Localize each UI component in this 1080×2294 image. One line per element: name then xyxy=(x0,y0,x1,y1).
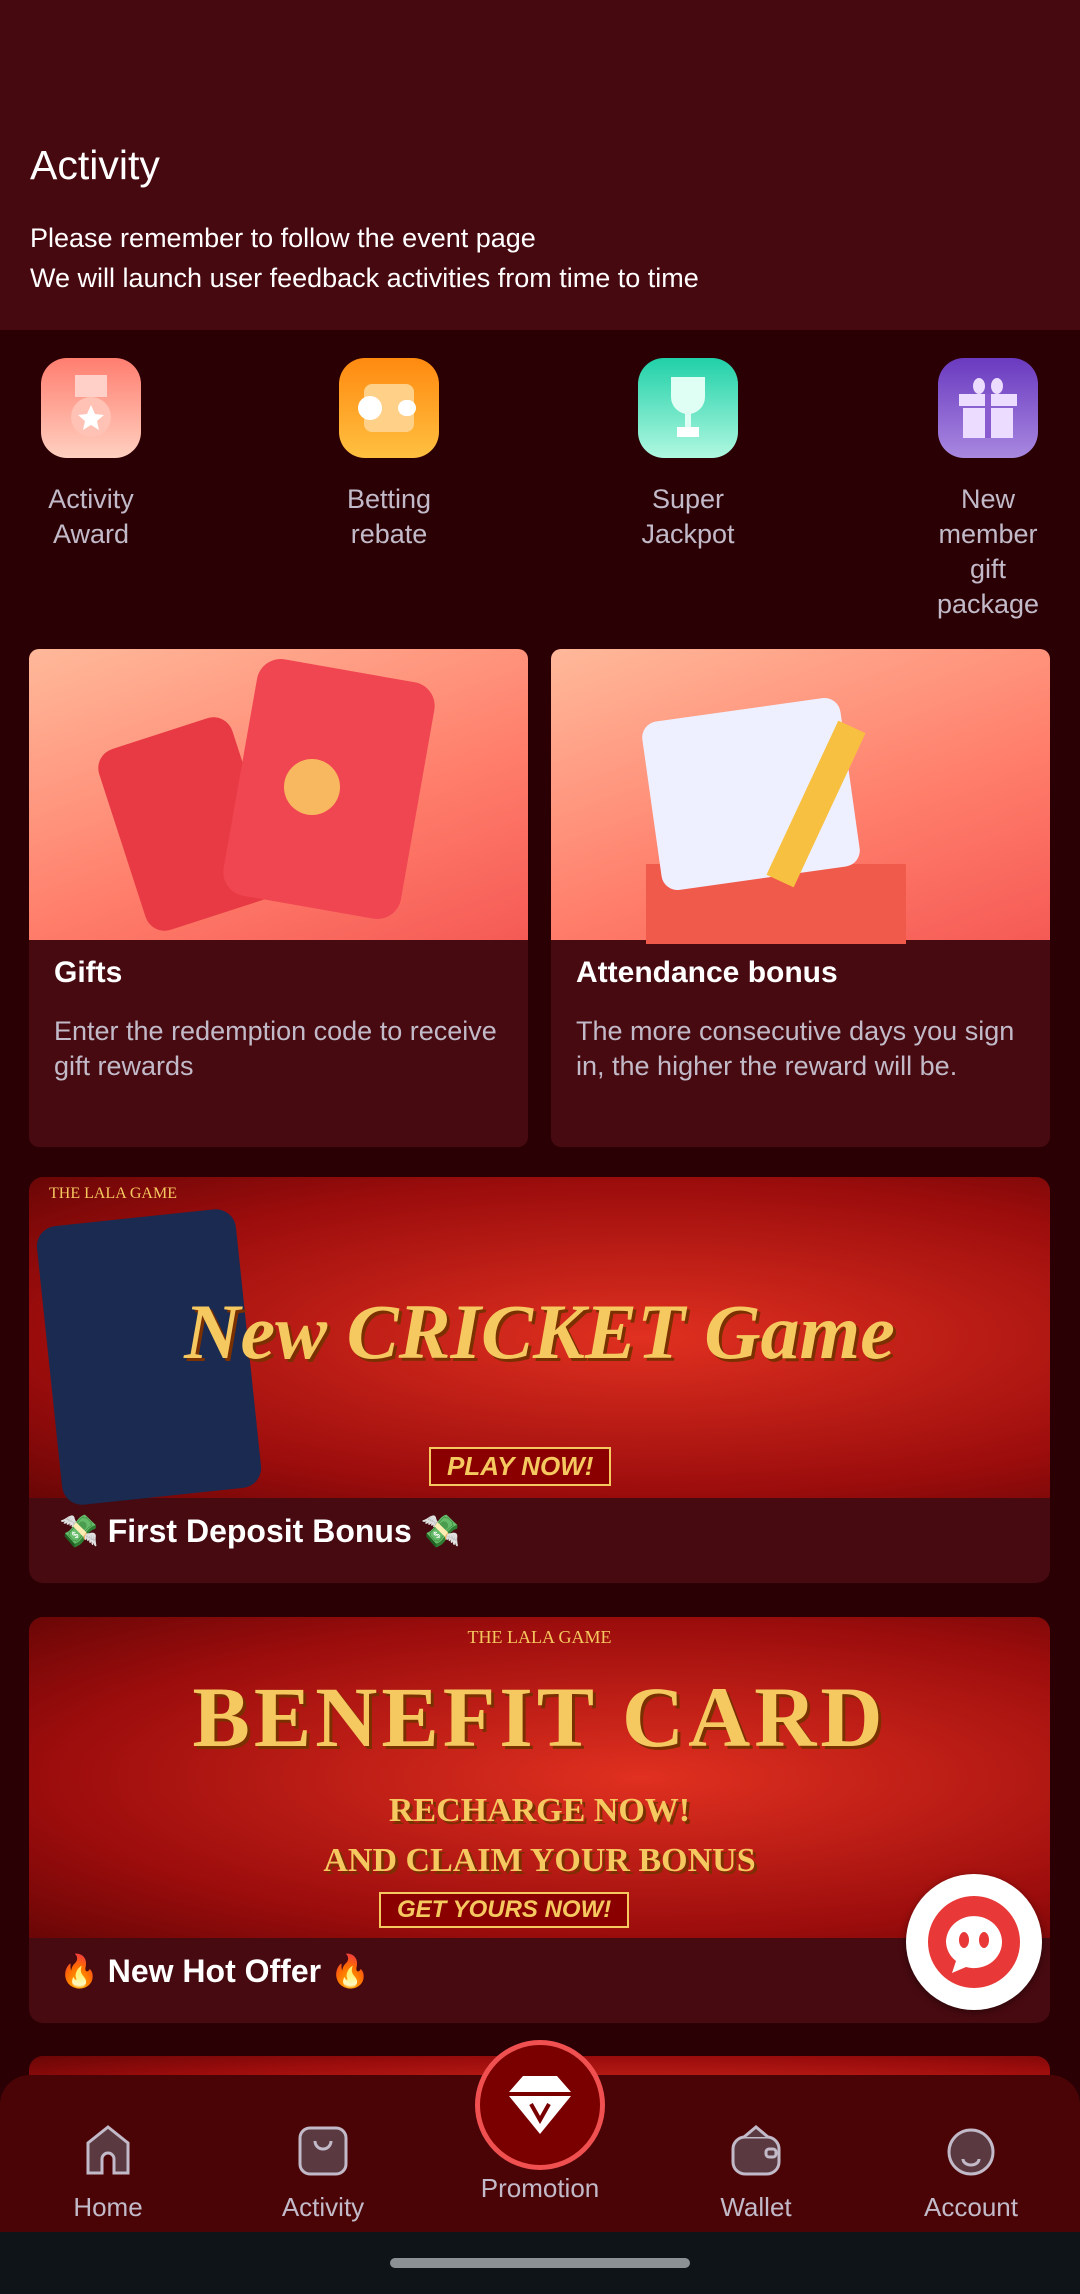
nav-wallet[interactable]: Wallet xyxy=(676,2125,836,2223)
nav-account[interactable]: Account xyxy=(891,2125,1051,2223)
card-title: Attendance bonus xyxy=(576,956,838,989)
nav-label: Account xyxy=(924,2192,1018,2222)
nav-activity[interactable]: Activity xyxy=(243,2125,403,2223)
banner-label: 💸 First Deposit Bonus 💸 xyxy=(59,1513,461,1549)
cricket-banner-image: THE LALA GAME New CRICKET Game PLAY NOW! xyxy=(29,1177,1050,1507)
banner-cta: GET YOURS NOW! xyxy=(379,1892,630,1928)
banner-brand: THE LALA GAME xyxy=(467,1627,612,1647)
home-gesture-handle[interactable] xyxy=(390,2258,690,2268)
chat-icon xyxy=(928,1896,1020,1988)
banner-brand: THE LALA GAME xyxy=(49,1185,177,1202)
shortcut-label: New member gift package xyxy=(936,484,1040,619)
shortcut-new-member-gift[interactable]: New member gift package xyxy=(888,358,1080,622)
account-icon xyxy=(947,2128,995,2176)
shortcut-label: Betting rebate xyxy=(346,484,432,549)
nav-label: Promotion xyxy=(480,2173,600,2203)
promotion-button[interactable] xyxy=(475,2040,605,2170)
medal-icon xyxy=(41,358,141,458)
customer-service-button[interactable] xyxy=(906,1874,1042,2010)
subtitle-line: We will launch user feedback activities … xyxy=(30,263,699,293)
shortcut-super-jackpot[interactable]: Super Jackpot xyxy=(588,358,788,552)
shortcut-label: Activity Award xyxy=(48,484,134,549)
banner-cta: PLAY NOW! xyxy=(429,1447,612,1486)
card-description: Enter the redemption code to receive gif… xyxy=(54,1016,497,1081)
nav-label: Activity xyxy=(281,2192,365,2222)
benefit-card-banner-image: THE LALA GAME BENEFIT CARD RECHARGE NOW!… xyxy=(29,1617,1050,1938)
shortcut-label: Super Jackpot xyxy=(641,484,735,549)
page-header: Activity Please remember to follow the e… xyxy=(0,0,1080,330)
rebate-icon xyxy=(339,358,439,458)
page-title: Activity xyxy=(30,142,160,188)
diamond-icon xyxy=(509,2076,571,2134)
banner-headline: New CRICKET Game xyxy=(184,1288,895,1375)
page-subtitle: Please remember to follow the event page… xyxy=(30,218,699,298)
shortcut-betting-rebate[interactable]: Betting rebate xyxy=(289,358,489,552)
banner-subtext: AND CLAIM YOUR BONUS xyxy=(323,1842,756,1879)
home-icon xyxy=(86,2125,130,2175)
nav-home[interactable]: Home xyxy=(28,2125,188,2223)
nav-label: Home xyxy=(73,2192,143,2222)
attendance-bonus-card[interactable]: Attendance bonus The more consecutive da… xyxy=(551,649,1050,1147)
nav-label: Wallet xyxy=(720,2192,792,2222)
first-deposit-banner[interactable]: THE LALA GAME New CRICKET Game PLAY NOW!… xyxy=(29,1177,1050,1583)
gift-icon xyxy=(938,358,1038,458)
activity-icon xyxy=(298,2126,348,2176)
wallet-icon xyxy=(731,2125,781,2176)
new-hot-offer-banner[interactable]: THE LALA GAME BENEFIT CARD RECHARGE NOW!… xyxy=(29,1617,1050,2023)
card-title: Gifts xyxy=(54,956,123,989)
shortcut-activity-award[interactable]: Activity Award xyxy=(0,358,191,552)
calendar-illustration xyxy=(551,649,1050,944)
banner-subtext: RECHARGE NOW! xyxy=(388,1792,691,1829)
gifts-illustration xyxy=(29,649,528,940)
gifts-card[interactable]: Gifts Enter the redemption code to recei… xyxy=(29,649,528,1147)
system-navigation-bar xyxy=(0,2232,1080,2294)
banner-label: 🔥 New Hot Offer 🔥 xyxy=(59,1953,370,1989)
subtitle-line: Please remember to follow the event page xyxy=(30,223,536,253)
banner-headline: BENEFIT CARD xyxy=(192,1669,887,1765)
trophy-icon xyxy=(638,358,738,458)
card-description: The more consecutive days you sign in, t… xyxy=(576,1016,1015,1081)
